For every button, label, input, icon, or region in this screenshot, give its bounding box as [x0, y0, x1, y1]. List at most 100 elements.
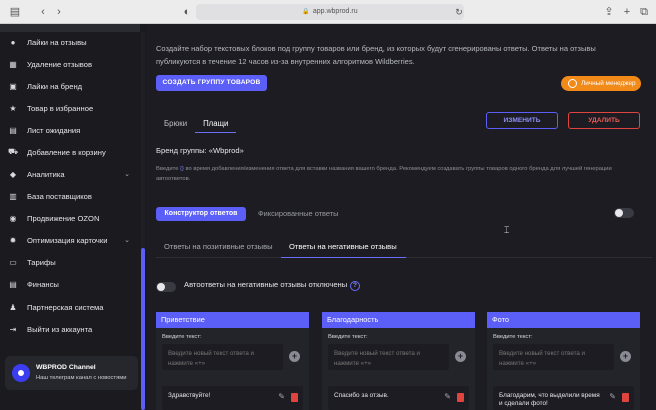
- tabs-overview-icon[interactable]: ⧉: [637, 5, 651, 19]
- reload-icon[interactable]: ↻: [452, 5, 466, 19]
- autoreply-toggle[interactable]: [156, 282, 176, 292]
- address-bar[interactable]: 🔒 app.wbprod.ru: [196, 4, 464, 20]
- add-icon[interactable]: +: [620, 351, 631, 362]
- thumbs-up-icon: ●: [10, 37, 16, 47]
- input-label: Введите текст:: [162, 334, 202, 340]
- tab-trousers[interactable]: Брюки: [156, 113, 195, 133]
- sidebar-item-label: Оптимизация карточки: [27, 235, 108, 245]
- list-item: Здравствуйте! ✎: [162, 386, 303, 410]
- forward-icon[interactable]: ›: [52, 5, 66, 19]
- sidebar-scrollbar-thumb[interactable]: [141, 248, 145, 410]
- pencil-icon[interactable]: ✎: [444, 393, 451, 401]
- sidebar-item-label: Аналитика: [27, 169, 65, 179]
- channel-title: WBPROD Channel: [36, 364, 96, 371]
- sidebar-item-finance[interactable]: ▤ Финансы: [0, 274, 140, 294]
- review-tabs: Ответы на позитивные отзывы Ответы на не…: [156, 236, 652, 258]
- url-text: app.wbprod.ru: [312, 8, 358, 15]
- sidebar-item-logout[interactable]: ⇥ Выйти из аккаунта: [0, 319, 140, 339]
- add-icon[interactable]: +: [455, 351, 466, 362]
- sidebar-item-analytics[interactable]: ◆ Аналитика ⌄: [0, 164, 140, 184]
- channel-logo-icon: [12, 364, 30, 382]
- share-icon[interactable]: ⇪: [602, 5, 616, 19]
- sidebar-item-add-to-cart[interactable]: ⛟ Добавление в корзину: [0, 142, 140, 162]
- ozon-icon: ◉: [9, 213, 17, 223]
- channel-subtitle: Наш телеграм канал с новостями: [36, 375, 127, 381]
- list-item-text: Благодарим, что выделили время и сделали…: [499, 392, 600, 407]
- cart-icon: ⛟: [7, 147, 19, 156]
- brand-hint: Введите {} во время добавления/изменения…: [156, 164, 636, 184]
- column-greeting: Приветствие Введите текст: Введите новый…: [156, 312, 309, 410]
- shield-icon[interactable]: ◐: [180, 5, 194, 19]
- heart-icon: ▣: [9, 81, 17, 91]
- lifebuoy-icon: [568, 79, 577, 88]
- database-icon: ▥: [9, 191, 17, 201]
- back-icon[interactable]: ‹: [36, 5, 50, 19]
- pencil-icon[interactable]: ✎: [278, 393, 285, 401]
- sidebar-item-label: Партнерская система: [27, 302, 104, 312]
- edit-button[interactable]: ИЗМЕНИТЬ: [486, 112, 558, 129]
- delete-button[interactable]: УДАЛИТЬ: [568, 112, 640, 129]
- tab-raincoats[interactable]: Плащи: [195, 113, 237, 133]
- sidebar-item-label: Лист ожидания: [27, 125, 81, 135]
- create-group-button[interactable]: СОЗДАТЬ ГРУППУ ТОВАРОВ: [156, 75, 267, 91]
- gear-icon: ✹: [9, 235, 17, 245]
- sidebar: ● Лайки на отзывы ▦ Удаление отзывов ▣ Лайк…: [0, 24, 147, 410]
- sidebar-item-favorites[interactable]: ★ Товар в избранное: [0, 98, 140, 118]
- constructor-mode-button[interactable]: Конструктор ответов: [156, 207, 246, 221]
- column-gratitude: Благодарность Введите текст: Введите нов…: [322, 312, 475, 410]
- trash-icon[interactable]: [291, 393, 298, 402]
- column-title: Благодарность: [322, 312, 475, 328]
- lock-icon: 🔒: [302, 9, 310, 15]
- star-icon: ★: [9, 103, 17, 113]
- trash-icon: ▦: [9, 59, 17, 69]
- new-tab-icon[interactable]: +: [620, 5, 634, 19]
- input-label: Введите текст:: [493, 334, 533, 340]
- hint-text-start: Введите: [156, 166, 181, 172]
- list-item-text: Спасибо за отзыв.: [334, 392, 389, 399]
- help-icon[interactable]: ?: [350, 281, 360, 291]
- sidebar-item-review-likes[interactable]: ● Лайки на отзывы: [0, 32, 140, 52]
- sidebar-item-label: База поставщиков: [27, 191, 92, 201]
- photo-text-input[interactable]: Введите новый текст ответа и нажмите «+»: [493, 344, 614, 370]
- trash-icon[interactable]: [622, 393, 629, 402]
- sidebar-toggle-icon[interactable]: ▤: [8, 5, 22, 19]
- main-content: Создайте набор текстовых блоков под груп…: [147, 24, 656, 410]
- add-icon[interactable]: +: [289, 351, 300, 362]
- sidebar-top-strip: [0, 24, 140, 32]
- fixed-mode-button[interactable]: Фиксированные ответы: [258, 209, 338, 218]
- chevron-down-icon: ⌄: [124, 171, 130, 178]
- gratitude-text-input[interactable]: Введите новый текст ответа и нажмите «+»: [328, 344, 449, 370]
- trash-icon[interactable]: [457, 393, 464, 402]
- sidebar-item-brand-likes[interactable]: ▣ Лайки на бренд: [0, 76, 140, 96]
- logout-icon: ⇥: [9, 324, 17, 334]
- sidebar-item-label: Выйти из аккаунта: [27, 324, 93, 334]
- sidebar-item-ozon[interactable]: ◉ Продвижение OZON: [0, 208, 140, 228]
- column-photo: Фото Введите текст: Введите новый текст …: [487, 312, 640, 410]
- page-description: Создайте набор текстовых блоков под груп…: [156, 44, 596, 66]
- wallet-icon: ▭: [9, 257, 17, 267]
- sidebar-item-partners[interactable]: ♟ Партнерская система: [0, 297, 140, 317]
- sidebar-item-label: Лайки на отзывы: [27, 37, 87, 47]
- partners-icon: ♟: [9, 302, 17, 312]
- sidebar-item-suppliers[interactable]: ▥ База поставщиков: [0, 186, 140, 206]
- sidebar-item-waitlist[interactable]: ▤ Лист ожидания: [0, 120, 140, 140]
- personal-manager-button[interactable]: Личный менеджер: [561, 76, 641, 91]
- autoreply-status: Автоответы на негативные отзывы отключен…: [184, 280, 348, 289]
- sidebar-item-tariffs[interactable]: ▭ Тарифы: [0, 252, 140, 272]
- greeting-text-input[interactable]: Введите новый текст ответа и нажмите «+»: [162, 344, 283, 370]
- tab-negative-reviews[interactable]: Ответы на негативные отзывы: [281, 236, 406, 258]
- tab-positive-reviews[interactable]: Ответы на позитивные отзывы: [156, 236, 281, 258]
- group-tabs: Брюки Плащи: [156, 113, 237, 135]
- mouse-cursor-icon: ⌶: [504, 225, 510, 235]
- telegram-channel-card[interactable]: WBPROD Channel Наш телеграм канал с ново…: [5, 356, 138, 390]
- sidebar-item-label: Товар в избранное: [27, 103, 94, 113]
- pencil-icon[interactable]: ✎: [609, 393, 616, 401]
- list-item-text: Здравствуйте!: [168, 392, 211, 399]
- sidebar-item-label: Продвижение OZON: [27, 213, 100, 223]
- personal-manager-label: Личный менеджер: [581, 80, 636, 87]
- mode-toggle[interactable]: [614, 208, 634, 218]
- sidebar-item-card-optimization[interactable]: ✹ Оптимизация карточки ⌄: [0, 230, 140, 250]
- chevron-down-icon: ⌄: [124, 237, 130, 244]
- finance-icon: ▤: [9, 279, 17, 289]
- sidebar-item-review-removal[interactable]: ▦ Удаление отзывов: [0, 54, 140, 74]
